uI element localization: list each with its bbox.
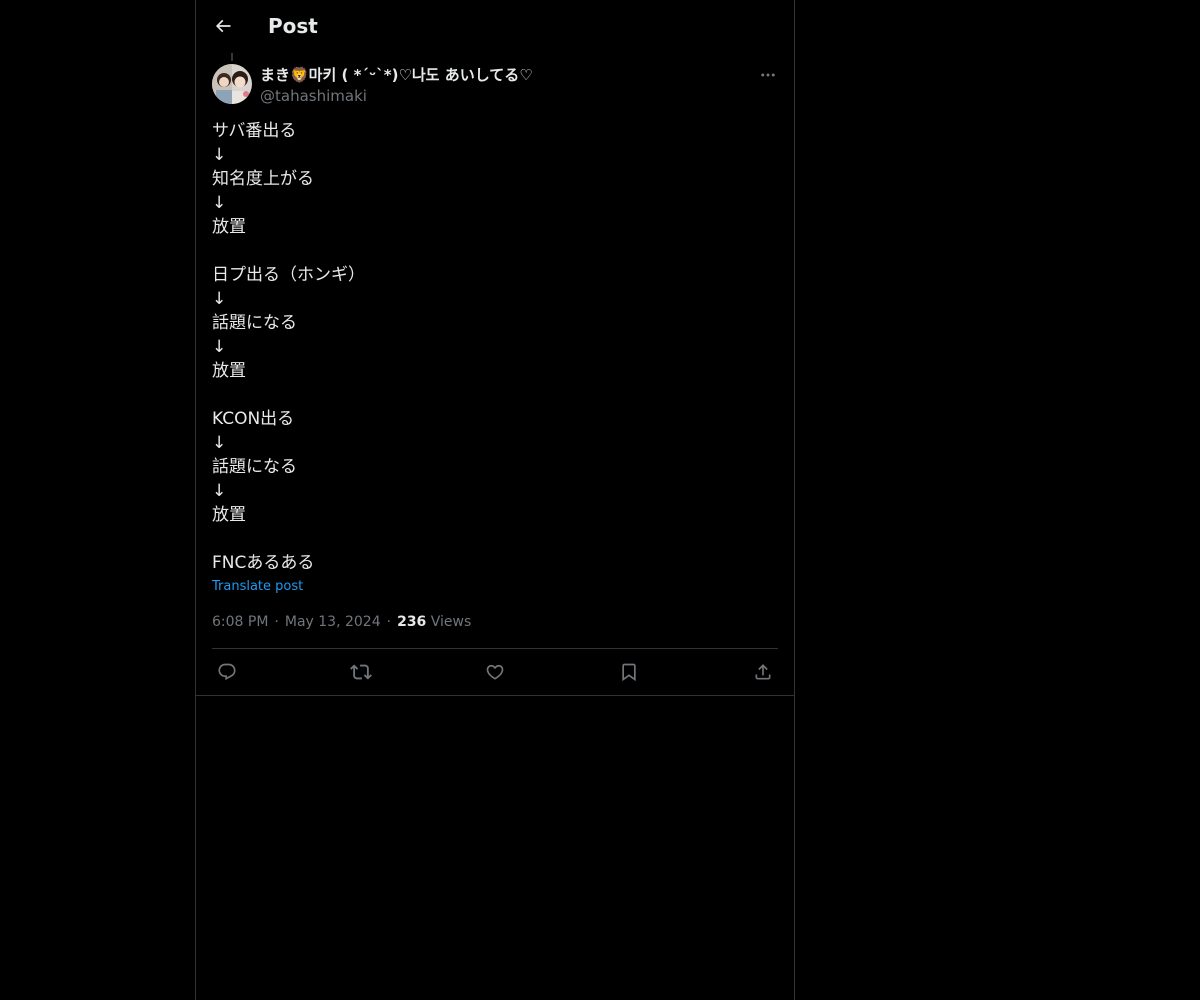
views-label: Views (430, 614, 472, 630)
post-text-line: 放置 (212, 505, 246, 525)
share-button[interactable] (748, 660, 778, 684)
post-text-line: ↓ (212, 193, 227, 213)
views-count: 236 (397, 614, 427, 630)
page-title: Post (268, 14, 318, 38)
post-action-bar (212, 649, 778, 695)
back-button[interactable] (208, 11, 238, 41)
more-options-button[interactable] (752, 62, 784, 88)
post-text-line: ↓ (212, 481, 227, 501)
post-text: サバ番出る ↓ 知名度上がる ↓ 放置 日プ出る（ホンギ） ↓ 話題になる ↓ … (212, 119, 778, 575)
post-text-line: 日プ出る（ホンギ） (212, 265, 365, 285)
separator-dot: · (386, 614, 392, 630)
post-column: Post まき🦁마키 ( *´ᵕ`*)♡나도 あいしてる♡ @tahashima… (195, 0, 795, 1000)
like-button[interactable] (480, 660, 510, 684)
post-text-line (212, 383, 778, 407)
post-text-line (212, 527, 778, 551)
post-header: Post (196, 0, 794, 53)
separator-dot: · (274, 614, 279, 630)
post-text-line: ↓ (212, 337, 227, 357)
share-icon (755, 664, 771, 680)
post-text-line: ↓ (212, 433, 227, 453)
back-arrow-icon (215, 19, 231, 33)
post-text-line: KCON出る (212, 409, 295, 429)
bookmark-icon (622, 663, 636, 682)
bookmark-button[interactable] (614, 660, 644, 684)
post-time[interactable]: 6:08 PM (212, 614, 268, 630)
post-text-line: 知名度上がる (212, 169, 314, 189)
post-text-line: ↓ (212, 289, 227, 309)
repost-button[interactable] (346, 660, 376, 684)
post-text-line: 話題になる (212, 457, 297, 477)
post-text-line: 放置 (212, 361, 246, 381)
repost-icon (350, 664, 372, 680)
post-text-line: 話題になる (212, 313, 297, 333)
reply-button[interactable] (212, 660, 242, 684)
avatar-photo (212, 64, 252, 104)
post-text-line: ↓ (212, 145, 227, 165)
author-display-name[interactable]: まき🦁마키 ( *´ᵕ`*)♡나도 あいしてる♡ (260, 64, 533, 85)
post-date[interactable]: May 13, 2024 (285, 614, 381, 630)
post-text-line (212, 239, 778, 263)
translate-post-link[interactable]: Translate post (212, 578, 303, 596)
post-text-line: FNCあるある (212, 553, 315, 573)
post-text-line: サバ番出る (212, 121, 297, 141)
author-handle[interactable]: @tahashimaki (260, 86, 367, 106)
post-metadata: 6:08 PM · May 13, 2024 · 236 Views (212, 612, 471, 632)
more-horizontal-icon (761, 73, 775, 77)
divider (196, 695, 794, 696)
author-name-row: まき🦁마키 ( *´ᵕ`*)♡나도 あいしてる♡ (260, 64, 533, 84)
like-icon (486, 664, 504, 680)
reply-icon (218, 663, 236, 681)
thread-connector-line (231, 53, 233, 61)
avatar[interactable] (212, 64, 252, 104)
post-text-line: 放置 (212, 217, 246, 237)
